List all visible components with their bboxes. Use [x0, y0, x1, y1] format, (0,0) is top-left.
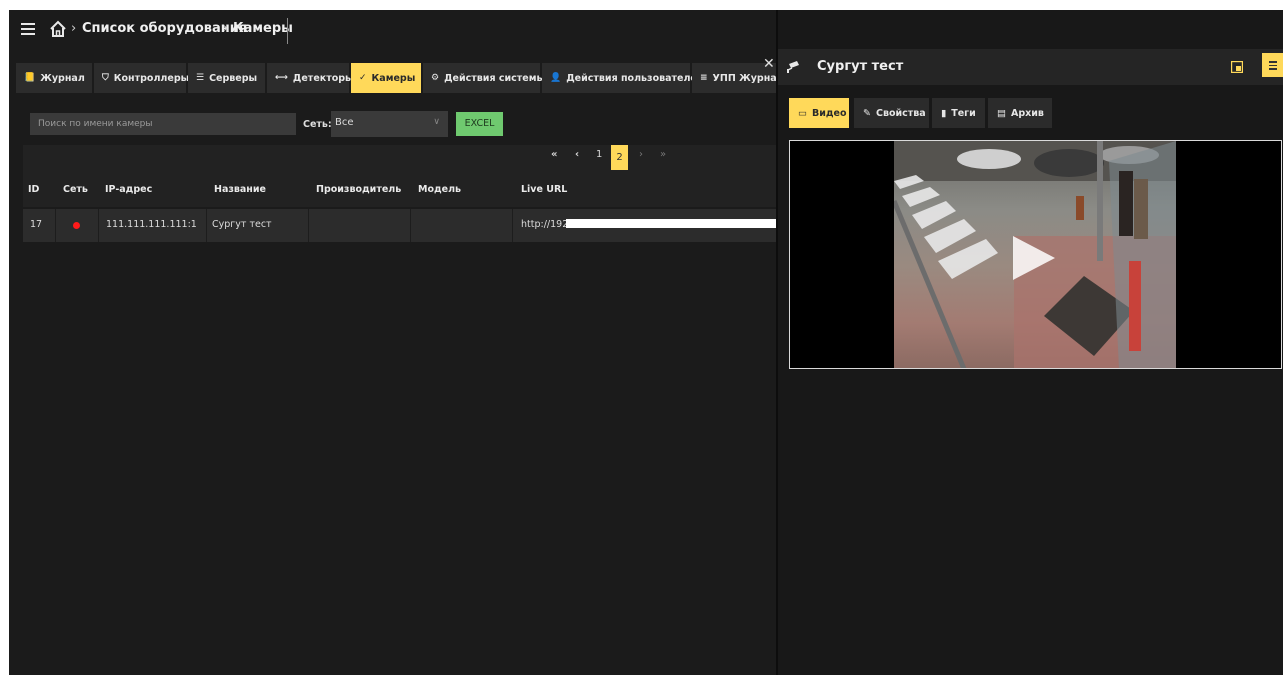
pagination-next-button[interactable]: › [639, 149, 643, 160]
tab-label: Действия системы [444, 72, 546, 84]
tab-cameras[interactable]: ✓ Камеры [351, 63, 421, 93]
server-icon: ☰ [196, 73, 205, 83]
hamburger-menu-icon[interactable] [21, 23, 35, 35]
pagination-page-2[interactable]: 2 [611, 145, 628, 170]
user-icon: 👤 [550, 73, 562, 83]
cell-divider [98, 209, 99, 242]
picture-in-picture-icon[interactable] [1231, 61, 1243, 73]
pagination-page-1[interactable]: 1 [596, 149, 602, 160]
breadcrumb-separator: › [71, 21, 77, 36]
tab-label: Контроллеры [113, 72, 190, 84]
chevron-down-icon: ∨ [433, 117, 440, 127]
tab-label: Действия пользователей [566, 72, 704, 84]
tab-label: Теги [951, 107, 976, 119]
camera-search-input[interactable] [30, 113, 296, 135]
tag-icon: ▮ [941, 107, 947, 119]
tab-label: Серверы [209, 72, 258, 84]
app-window: › Список оборудования › Камеры 📒 Журнал … [9, 10, 1283, 675]
panel-tab-tags[interactable]: ▮ Теги [932, 98, 985, 128]
cell-divider [55, 209, 56, 242]
menu-icon [1269, 61, 1277, 70]
breadcrumb-divider [287, 18, 288, 44]
pagination-first-button[interactable]: « [551, 149, 557, 160]
network-filter-label: Сеть: [303, 119, 332, 130]
pencil-icon: ✎ [863, 107, 871, 119]
list-icon: ≡ [700, 73, 708, 83]
network-select-value: Все [335, 117, 354, 128]
column-header-id[interactable]: ID [28, 184, 39, 195]
cell-live-url[interactable]: http://192. [521, 219, 571, 230]
panel-tab-archive[interactable]: ▤ Архив [988, 98, 1052, 128]
column-header-name[interactable]: Название [214, 184, 266, 195]
panel-menu-button[interactable] [1262, 53, 1283, 77]
tab-label: Камеры [371, 72, 416, 84]
tab-label: Архив [1010, 107, 1044, 119]
column-header-manufacturer[interactable]: Производитель [316, 184, 401, 195]
column-header-live-url[interactable]: Live URL [521, 184, 567, 195]
system-actions-icon: ⚙ [431, 73, 440, 83]
panel-tab-video[interactable]: ▭ Видео [789, 98, 849, 128]
controller-icon: ⛉ [102, 73, 109, 83]
close-icon[interactable]: ✕ [763, 56, 775, 72]
column-header-ip[interactable]: IP-адрес [105, 184, 152, 195]
cell-divider [206, 209, 207, 242]
tab-user-actions[interactable]: 👤 Действия пользователей [542, 63, 704, 93]
video-player[interactable] [789, 140, 1282, 369]
excel-export-button[interactable]: EXCEL [456, 112, 503, 136]
archive-icon: ▤ [997, 107, 1006, 119]
tab-servers[interactable]: ☰ Серверы [188, 63, 265, 93]
tab-journal[interactable]: 📒 Журнал [16, 63, 92, 93]
tab-system-actions[interactable]: ⚙ Действия системы [423, 63, 545, 93]
detector-icon: ⟷ [275, 73, 288, 83]
tab-controllers[interactable]: ⛉ Контроллеры [94, 63, 190, 93]
panel-title: Сургут тест [817, 59, 904, 74]
cell-divider [308, 209, 309, 242]
tab-label: Свойства [875, 107, 926, 119]
tab-label: УПП Журнал [712, 72, 776, 84]
tab-label: Видео [811, 107, 847, 119]
cell-name: Сургут тест [212, 219, 272, 230]
column-header-model[interactable]: Модель [418, 184, 461, 195]
play-icon[interactable] [1013, 236, 1055, 280]
panel-tab-properties[interactable]: ✎ Свойства [854, 98, 929, 128]
cell-ip: 111.111.111.111:1 [106, 219, 197, 230]
tab-label: Детекторы [292, 72, 354, 84]
pagination-prev-button[interactable]: ‹ [575, 149, 579, 160]
cell-id: 17 [30, 219, 43, 230]
redacted-url [566, 219, 779, 228]
cell-divider [410, 209, 411, 242]
cctv-camera-icon [787, 61, 799, 73]
breadcrumb-separator: › [223, 21, 229, 36]
camera-icon: ✓ [359, 73, 367, 83]
journal-icon: 📒 [24, 73, 36, 83]
network-select[interactable]: Все ∨ [331, 111, 448, 137]
tab-detectors[interactable]: ⟷ Детекторы [267, 63, 354, 93]
pagination-last-button[interactable]: » [660, 149, 666, 160]
network-status-offline-icon [73, 222, 80, 229]
tab-label: Журнал [40, 72, 85, 84]
home-icon[interactable] [49, 20, 67, 38]
video-icon: ▭ [798, 107, 807, 119]
column-header-network[interactable]: Сеть [63, 184, 88, 195]
breadcrumb-cameras: Камеры [233, 21, 293, 36]
cell-divider [512, 209, 513, 242]
